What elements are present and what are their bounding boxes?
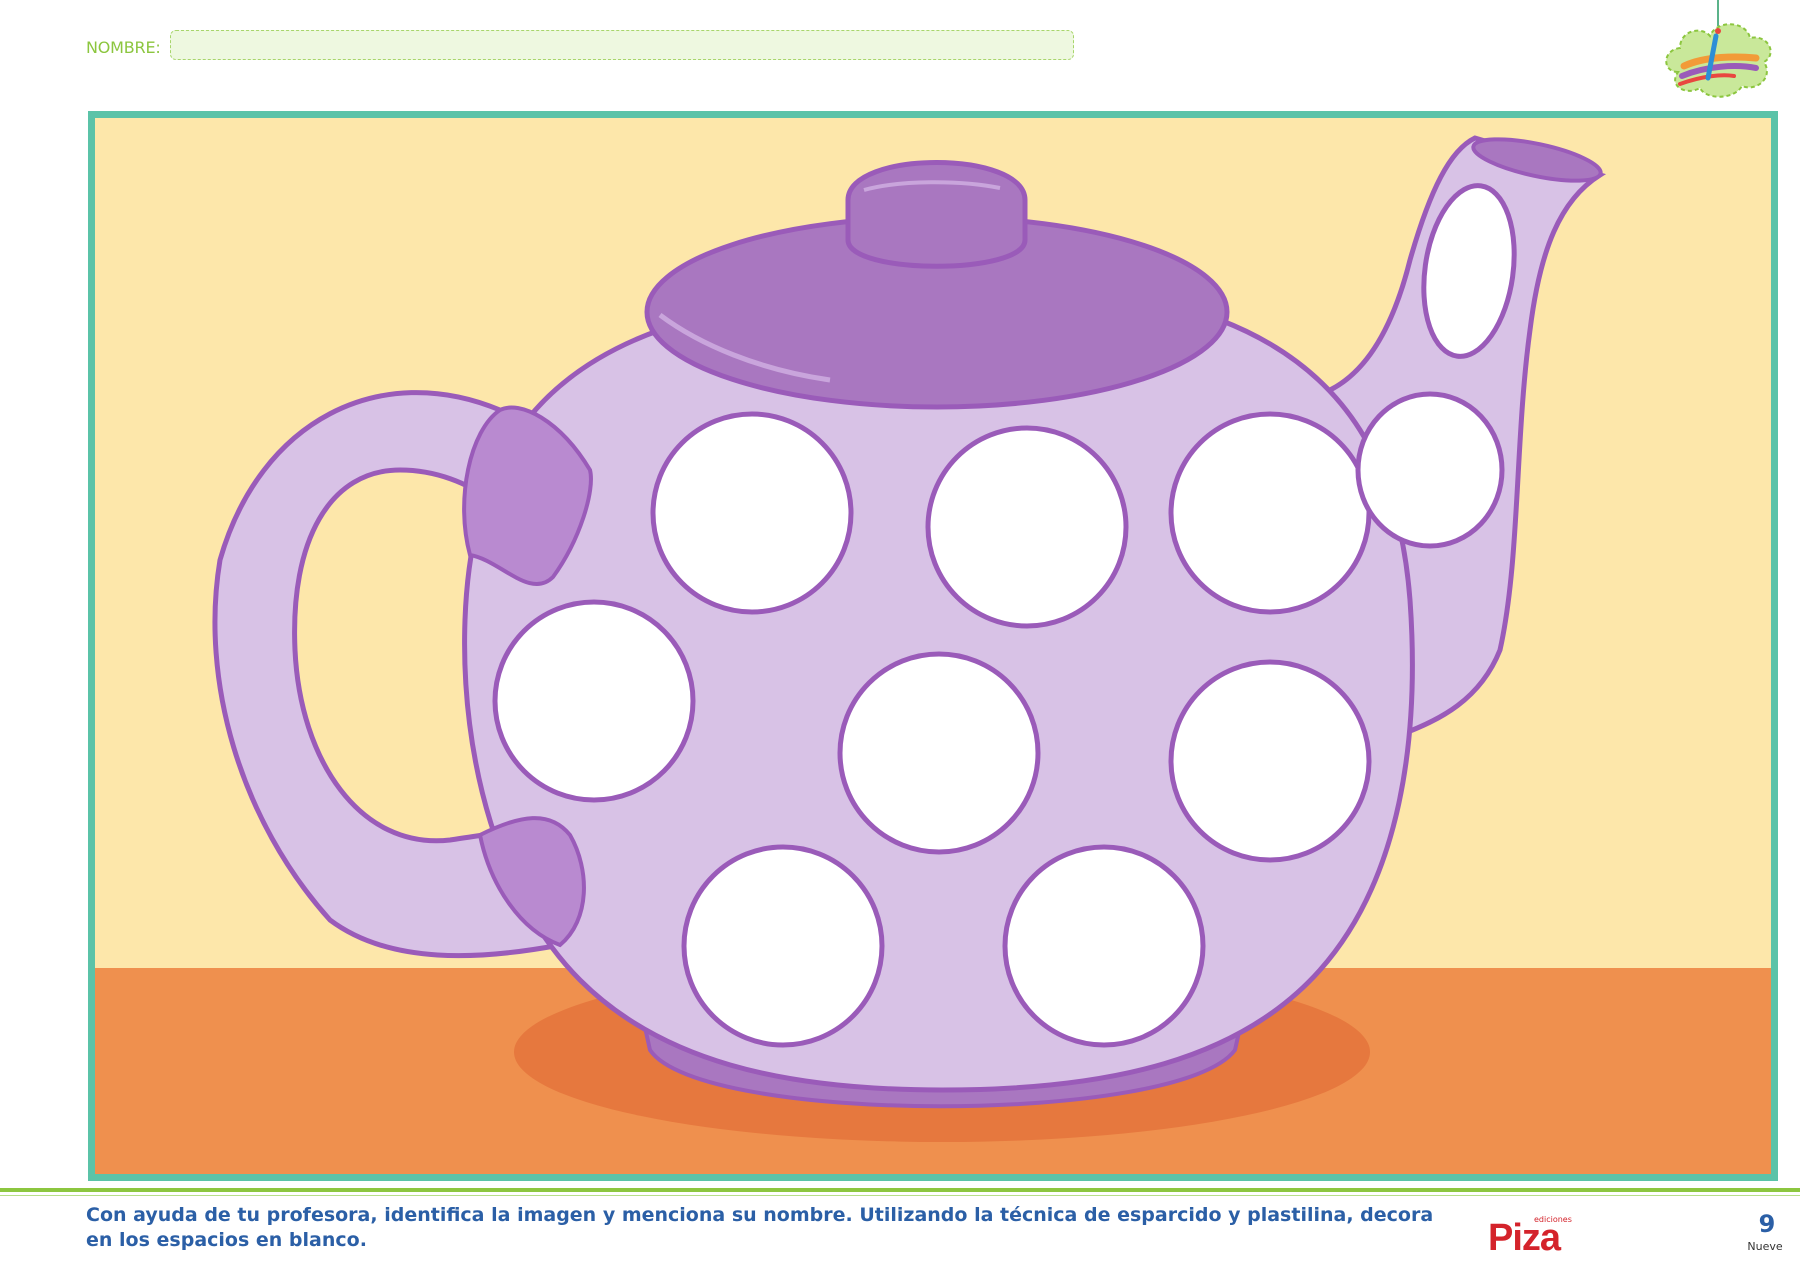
instruction-text: Con ayuda de tu profesora, identifica la… — [86, 1204, 1434, 1251]
blank-spot — [925, 425, 1129, 629]
blank-spot — [650, 411, 854, 615]
brush-cloud-logo-icon — [1665, 0, 1772, 98]
teapot-illustration — [88, 111, 1778, 1181]
blank-spot — [681, 844, 885, 1048]
blank-spot — [1168, 659, 1372, 863]
blank-spot — [492, 599, 696, 803]
blank-spot — [1355, 391, 1505, 549]
page-number: 9 — [1758, 1210, 1776, 1238]
name-label: NOMBRE: — [86, 38, 161, 57]
page-number-word: Nueve — [1747, 1240, 1783, 1253]
footer-rule-thin — [0, 1195, 1800, 1196]
name-field[interactable] — [170, 30, 1074, 60]
blank-spot — [837, 651, 1041, 855]
blank-spot — [1002, 844, 1206, 1048]
blank-spot — [1168, 411, 1372, 615]
lid-knob — [845, 160, 1028, 269]
footer-rule — [0, 1188, 1800, 1192]
publisher-logo: Piza — [1488, 1217, 1561, 1259]
